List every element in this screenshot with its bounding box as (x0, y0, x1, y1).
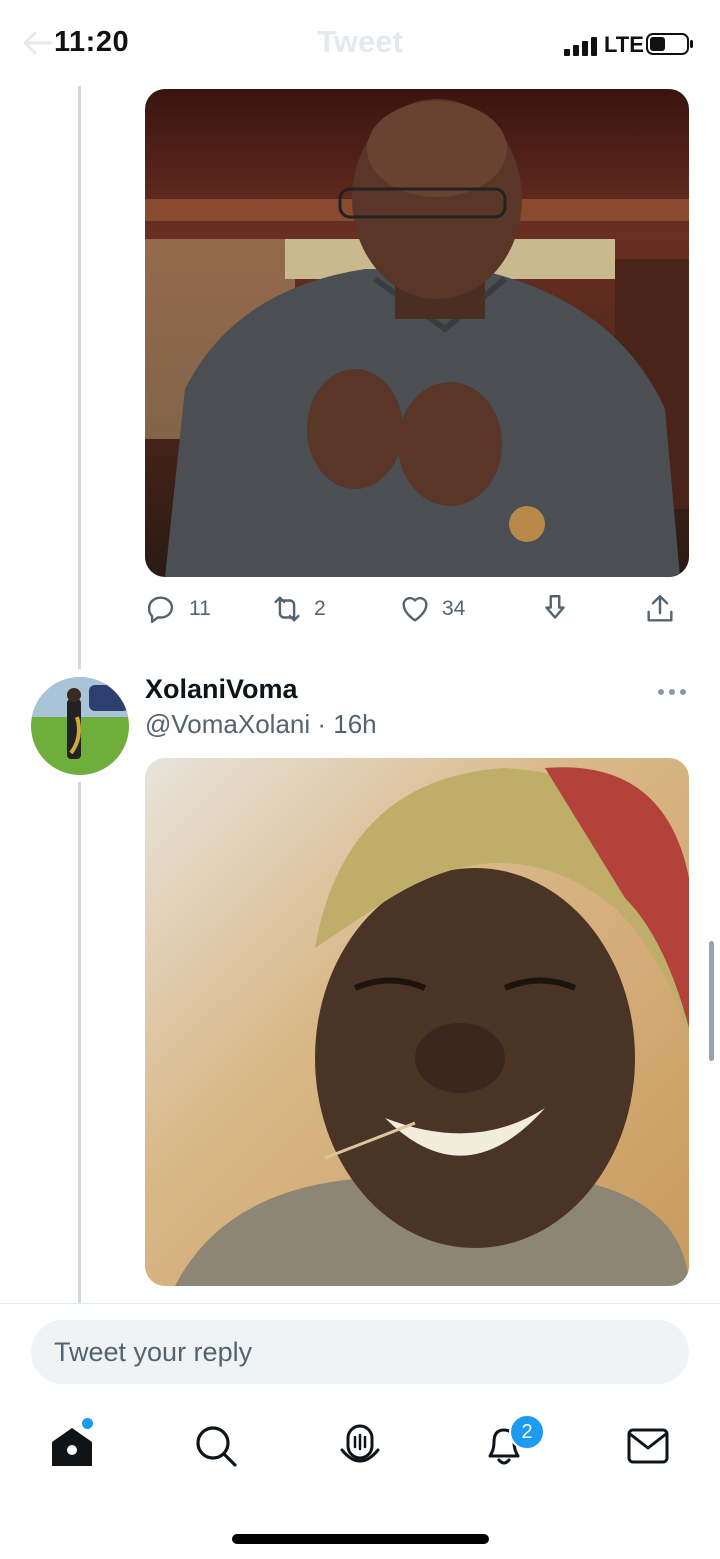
tweet-image-2[interactable] (145, 758, 689, 1286)
author-name[interactable]: XolaniVoma (145, 674, 298, 705)
reply-icon (147, 596, 174, 623)
home-notification-dot (80, 1416, 95, 1431)
retweet-icon (274, 596, 300, 622)
signal-icon (564, 36, 598, 56)
download-icon (545, 595, 565, 619)
bookmark-download-action[interactable] (538, 592, 572, 626)
more-options-icon[interactable] (656, 684, 688, 695)
share-action[interactable] (643, 592, 677, 626)
reply-input[interactable]: Tweet your reply (31, 1320, 689, 1384)
home-indicator (232, 1534, 489, 1544)
tab-spaces[interactable] (336, 1422, 384, 1470)
heart-icon (402, 596, 428, 622)
reply-divider (0, 1303, 720, 1304)
like-count: 34 (442, 597, 466, 620)
photo-smiling-woman-icon (145, 758, 689, 1286)
author-handle-time[interactable]: @VomaXolani · 16h (145, 709, 377, 740)
avatar-saxophone-player-icon (31, 677, 129, 775)
tab-messages[interactable] (624, 1422, 672, 1470)
photo-man-gesturing-icon (145, 89, 689, 577)
notifications-badge: 2 (509, 1414, 545, 1450)
thread-line-bottom (78, 782, 81, 1303)
search-icon (196, 1426, 237, 1467)
scrollbar-thumb[interactable] (709, 941, 714, 1061)
tweet-image-1[interactable] (145, 89, 689, 577)
retweet-action[interactable]: 2 (270, 592, 326, 626)
share-icon (647, 595, 673, 622)
status-time: 11:20 (54, 26, 130, 58)
mail-icon (627, 1428, 669, 1464)
retweet-count: 2 (314, 597, 326, 620)
thread-line-top (78, 86, 81, 669)
battery-icon (646, 33, 694, 55)
spaces-microphone-icon (340, 1424, 380, 1463)
tab-search[interactable] (192, 1422, 240, 1470)
author-avatar[interactable] (31, 677, 129, 775)
reply-action[interactable]: 11 (145, 592, 211, 626)
network-type: LTE (604, 32, 644, 57)
reply-count: 11 (189, 597, 211, 620)
like-action[interactable]: 34 (398, 592, 465, 626)
